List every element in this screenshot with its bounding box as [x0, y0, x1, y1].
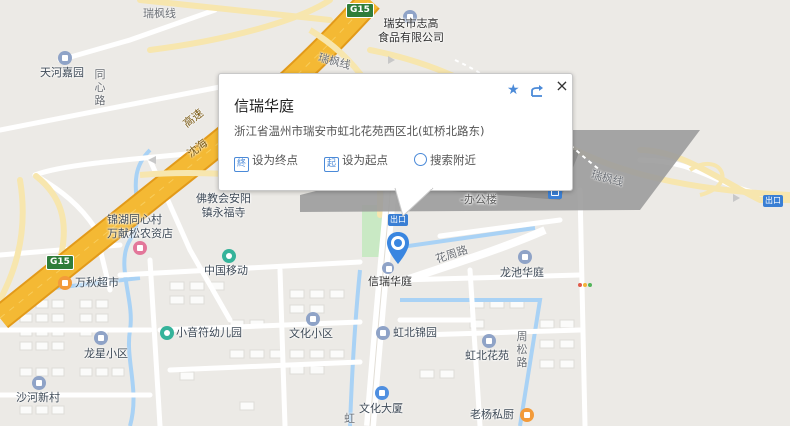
- poi-mobile[interactable]: 中国移动: [204, 264, 248, 278]
- search-nearby-label: 搜索附近: [430, 153, 476, 167]
- end-point-icon: 終: [234, 157, 249, 172]
- search-icon: [414, 153, 427, 166]
- exit-badge-right: 出口: [763, 195, 783, 207]
- share-icon[interactable]: [530, 83, 544, 97]
- mobile-icon: [222, 249, 236, 263]
- road-label-tongxin: 同心路: [94, 68, 106, 107]
- location-marker-icon[interactable]: [386, 231, 410, 265]
- poi-fojiao[interactable]: 佛教会安阳 镇永福寺: [196, 192, 251, 220]
- poi-hongbei-hy[interactable]: 虹北花苑: [465, 349, 509, 363]
- highway-shield-g15-top: G15: [346, 3, 374, 18]
- info-popup: 信瑞华庭 浙江省温州市瑞安市虹北花苑西区北(虹桥北路东) ★ × 終设为终点 起…: [218, 73, 573, 217]
- road-label-ruifeng-top: 瑞枫线: [143, 7, 176, 20]
- poi-tianhe[interactable]: 天河嘉园: [40, 66, 84, 80]
- popup-tail: [394, 186, 434, 217]
- popup-address: 浙江省温州市瑞安市虹北花苑西区北(虹桥北路东): [234, 124, 485, 138]
- set-start-button[interactable]: 起设为起点: [324, 152, 388, 172]
- map-canvas[interactable]: 瑞枫线 瑞枫线 瑞枫线 沈海 高速 花周路 同心路 周松路 虹 G15 G15 …: [0, 0, 790, 426]
- set-end-label: 设为终点: [252, 153, 298, 167]
- residential-icon: [32, 376, 46, 390]
- poi-wenhua-ds[interactable]: 文化大厦: [359, 402, 403, 416]
- close-icon[interactable]: ×: [555, 78, 569, 94]
- star-icon[interactable]: ★: [507, 83, 521, 97]
- poi-wenhua-xq[interactable]: 文化小区: [289, 327, 333, 341]
- poi-longxing[interactable]: 龙星小区: [84, 347, 128, 361]
- road-label-zhousong: 周松路: [516, 330, 528, 369]
- set-start-label: 设为起点: [342, 153, 388, 167]
- residential-icon: [376, 326, 390, 340]
- marker-label[interactable]: 信瑞华庭: [368, 275, 412, 289]
- residential-icon: [382, 262, 394, 274]
- shop-icon: [133, 241, 147, 255]
- residential-icon: [518, 250, 532, 264]
- poi-wanqiu[interactable]: 万秋超市: [75, 276, 119, 290]
- residential-icon: [306, 312, 320, 326]
- road-label-hong: 虹: [344, 412, 355, 425]
- office-building-icon: [375, 386, 389, 400]
- residential-icon: [58, 51, 72, 65]
- supermarket-icon: [58, 276, 72, 290]
- poi-office[interactable]: -办公楼: [460, 193, 497, 207]
- poi-longchi[interactable]: 龙池华庭: [500, 266, 544, 280]
- poi-laoyang[interactable]: 老杨私厨: [470, 408, 514, 422]
- highway-shield-g15-left: G15: [46, 255, 74, 270]
- restaurant-icon: [520, 408, 534, 422]
- residential-icon: [482, 334, 496, 348]
- search-nearby-button[interactable]: 搜索附近: [414, 152, 476, 168]
- set-end-button[interactable]: 終设为终点: [234, 152, 298, 172]
- start-point-icon: 起: [324, 157, 339, 172]
- poi-hongbei-jy[interactable]: 虹北锦园: [393, 326, 437, 340]
- poi-jinhu[interactable]: 锦湖同心村 万献松农资店: [107, 213, 173, 241]
- popup-title: 信瑞华庭: [234, 97, 295, 115]
- poi-shaxin[interactable]: 沙河新村: [16, 391, 60, 405]
- poi-xiaoyinfu[interactable]: 小音符幼儿园: [176, 326, 242, 340]
- residential-icon: [94, 331, 108, 345]
- poi-zhigao[interactable]: 瑞安市志高 食品有限公司: [378, 17, 444, 45]
- school-icon: [160, 326, 174, 340]
